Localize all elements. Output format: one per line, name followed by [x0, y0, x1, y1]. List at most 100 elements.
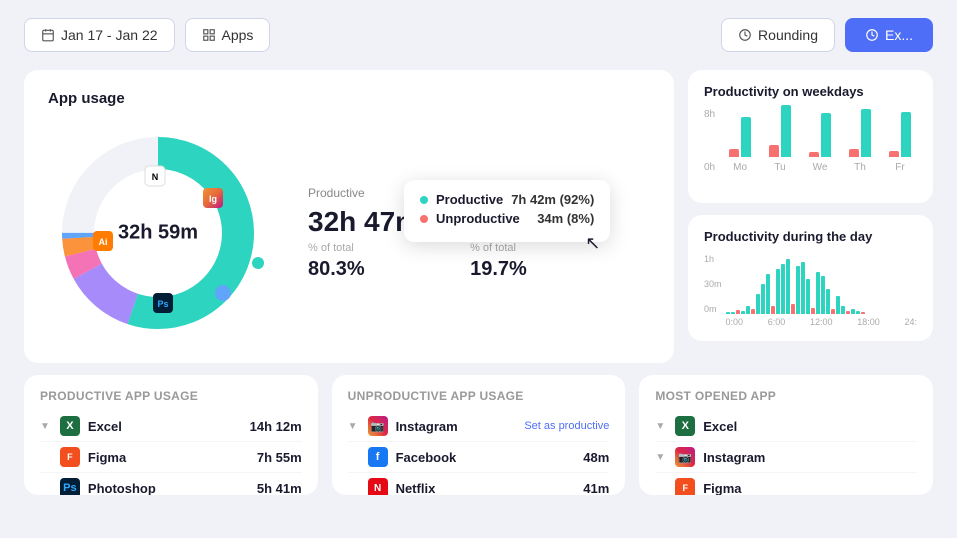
productive-apps-title: Productive app usage [40, 389, 302, 403]
weekday-bars: Mo Tu [723, 109, 917, 189]
bar-group-mo: Mo [723, 117, 757, 173]
productive-pct-label: % of total [308, 242, 420, 254]
unproductive-apps-title: Unproductive app usage [348, 389, 610, 403]
mo-unproductive-bar [729, 149, 739, 157]
weekday-chart-card: Productivity on weekdays 8h 0h Mo [688, 70, 933, 203]
excel-time: 14h 12m [250, 419, 302, 434]
svg-text:Ai: Ai [99, 237, 108, 247]
mo-label: Mo [733, 162, 747, 173]
rounding-button[interactable]: Rounding [721, 18, 835, 52]
chevron-down-icon-3: ▼ [348, 421, 358, 432]
most-instagram-icon: 📷 [675, 447, 695, 467]
instagram-app-name: Instagram [396, 419, 517, 434]
main-grid: App usage [0, 70, 957, 363]
day-chart-title: Productivity during the day [704, 229, 917, 244]
netflix-time: 41m [583, 481, 609, 496]
bottom-row: Productive app usage ▼ X Excel 14h 12m ▼… [0, 375, 957, 495]
most-excel-name: Excel [703, 419, 917, 434]
most-opened-title: Most opened app [655, 389, 917, 403]
weekday-chart-title: Productivity on weekdays [704, 84, 917, 99]
day-y-labels: 1h 30m 0m [704, 254, 722, 314]
tooltip-productive-dot [420, 196, 428, 204]
app-usage-card: App usage [24, 70, 674, 363]
facebook-time: 48m [583, 450, 609, 465]
figma-time: 7h 55m [257, 450, 302, 465]
weekday-y-labels: 8h 0h [704, 109, 715, 189]
right-panel: Productivity on weekdays 8h 0h Mo [688, 70, 933, 363]
bar-group-tu: Tu [763, 105, 797, 173]
tooltip-unproductive-label: Unproductive [436, 211, 529, 226]
we-unproductive-bar [809, 152, 819, 157]
list-item-figma: ▼ F Figma 7h 55m [40, 442, 302, 473]
netflix-icon: N [368, 478, 388, 495]
instagram-icon: 📷 [368, 416, 388, 436]
donut-chart: N Ig Ai Ps [48, 123, 268, 343]
tooltip-productive-val: 7h 42m (92%) [511, 192, 594, 207]
we-label: We [813, 162, 828, 173]
fr-label: Fr [895, 162, 904, 173]
th-label: Th [854, 162, 866, 173]
we-productive-bar [821, 113, 831, 157]
most-figma-icon: F [675, 478, 695, 495]
bar-group-fr: Fr [883, 112, 917, 173]
tooltip-unproductive-val: 34m (8%) [537, 211, 594, 226]
unproductive-pct: 19.7% [470, 258, 567, 281]
tu-label: Tu [774, 162, 785, 173]
most-figma-name: Figma [703, 481, 917, 496]
grid-icon [202, 28, 216, 42]
productive-apps-card: Productive app usage ▼ X Excel 14h 12m ▼… [24, 375, 318, 495]
unproductive-apps-card: Unproductive app usage ▼ 📷 Instagram Set… [332, 375, 626, 495]
facebook-icon: f [368, 447, 388, 467]
topbar-right: Rounding Ex... [721, 18, 933, 52]
day-chart-card: Productivity during the day 1h 30m 0m [688, 215, 933, 341]
calendar-icon [41, 28, 55, 42]
svg-text:Ps: Ps [157, 299, 168, 309]
chevron-down-icon-5: ▼ [655, 452, 665, 463]
list-item-photoshop: ▼ Ps Photoshop 5h 41m [40, 473, 302, 495]
figma-app-name: Figma [88, 450, 249, 465]
fr-productive-bar [901, 112, 911, 157]
tooltip-productive-label: Productive [436, 192, 503, 207]
fb-spacer: ▼ [348, 452, 358, 463]
set-productive-button[interactable]: Set as productive [524, 420, 609, 432]
productivity-tooltip: Productive 7h 42m (92%) Unproductive 34m… [404, 180, 610, 242]
most-instagram-name: Instagram [703, 450, 917, 465]
most-opened-excel: ▼ X Excel [655, 411, 917, 442]
excel-icon: X [60, 416, 80, 436]
weekday-chart-wrapper: 8h 0h Mo [704, 109, 917, 189]
facebook-app-name: Facebook [396, 450, 576, 465]
chevron-down-icon-4: ▼ [655, 421, 665, 432]
day-bars-inner [726, 254, 917, 314]
day-bars-wrapper: 0:00 6:00 12:00 18:00 24: [726, 254, 917, 327]
bar-group-we: We [803, 113, 837, 173]
topbar: Jan 17 - Jan 22 Apps Rounding Ex... [0, 0, 957, 70]
rounding-label: Rounding [758, 27, 818, 43]
export-button[interactable]: Ex... [845, 18, 933, 52]
app-usage-title: App usage [48, 90, 650, 107]
unproductive-pct-label: % of total [470, 242, 567, 254]
th-unproductive-bar [849, 149, 859, 157]
excel-app-name: Excel [88, 419, 242, 434]
tooltip-unproductive-dot [420, 215, 428, 223]
bar-group-th: Th [843, 109, 877, 173]
most-opened-instagram: ▼ 📷 Instagram [655, 442, 917, 473]
cursor-icon: ↖ [585, 233, 600, 254]
figma-spacer: ▼ [40, 452, 50, 463]
svg-text:Ig: Ig [209, 194, 217, 204]
figma-icon: F [60, 447, 80, 467]
list-item-netflix: ▼ N Netflix 41m [348, 473, 610, 495]
photoshop-icon: Ps [60, 478, 80, 495]
svg-text:N: N [152, 172, 159, 182]
date-range-button[interactable]: Jan 17 - Jan 22 [24, 18, 175, 52]
export-label: Ex... [885, 27, 913, 43]
day-bars [726, 254, 917, 314]
fr-unproductive-bar [889, 151, 899, 157]
most-figma-spacer: ▼ [655, 483, 665, 494]
apps-label: Apps [222, 27, 254, 43]
tooltip-unproductive-row: Unproductive 34m (8%) [420, 211, 594, 226]
most-opened-figma: ▼ F Figma [655, 473, 917, 495]
photoshop-time: 5h 41m [257, 481, 302, 496]
chevron-down-icon: ▼ [40, 421, 50, 432]
apps-button[interactable]: Apps [185, 18, 271, 52]
most-opened-card: Most opened app ▼ X Excel ▼ 📷 Instagram … [639, 375, 933, 495]
